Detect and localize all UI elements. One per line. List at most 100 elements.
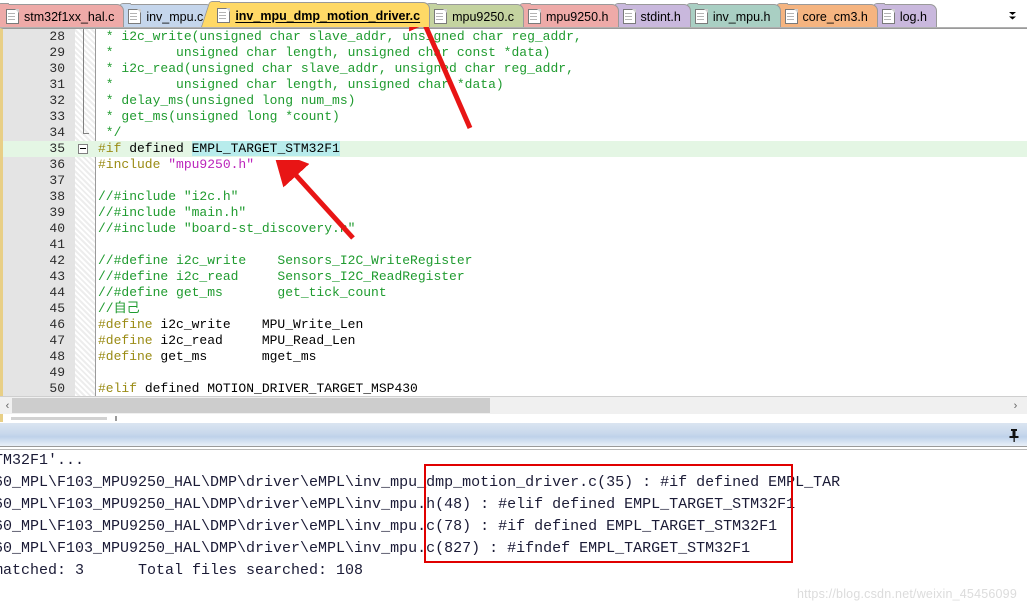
- code-token: //#include "i2c.h": [98, 189, 239, 204]
- strip-tick-mark: [115, 416, 117, 421]
- code-text: * unsigned char length, unsigned char *d…: [98, 77, 504, 93]
- code-line: 42 //#define i2c_write Sensors_I2C_WriteR…: [3, 253, 1027, 269]
- code-editor[interactable]: 28 * i2c_write(unsigned char slave_addr,…: [0, 28, 1027, 396]
- code-line: 34 */: [3, 125, 1027, 141]
- fold-guide-line: [83, 93, 84, 109]
- file-icon: [527, 9, 541, 24]
- strip-tick: [11, 417, 107, 420]
- code-token: #define: [98, 317, 153, 332]
- editor-bottom-strip: [0, 414, 1027, 422]
- output-line: TM32F1'...: [0, 452, 85, 469]
- code-token: * delay_ms(unsigned long num_ms): [98, 93, 356, 108]
- code-line: 35 #if defined EMPL_TARGET_STM32F1: [3, 141, 1027, 157]
- code-line: 33 * get_ms(unsigned long *count): [3, 109, 1027, 125]
- editor-tab-mpu9250-c[interactable]: mpu9250.c: [428, 4, 524, 27]
- auto-hide-pin-icon[interactable]: [1007, 428, 1021, 443]
- scroll-right-arrow-icon[interactable]: ›: [1009, 399, 1022, 412]
- code-token: * get_ms(unsigned long *count): [98, 109, 340, 124]
- tab-label: mpu9250.c: [452, 9, 514, 24]
- code-text-area[interactable]: 28 * i2c_write(unsigned char slave_addr,…: [3, 29, 1027, 396]
- tab-strip: stm32f1xx_hal.c inv_mpu.c inv_mpu_dmp_moti…: [0, 2, 937, 27]
- line-number: 39: [49, 205, 65, 220]
- code-text: * i2c_read(unsigned char slave_addr, uns…: [98, 61, 574, 77]
- code-text: //#include "main.h": [98, 205, 246, 221]
- find-in-files-output-pane[interactable]: TM32F1'... 60_MPL\F103_MPU9250_HAL\DMP\dr…: [0, 450, 1027, 609]
- code-line: 38 //#include "i2c.h": [3, 189, 1027, 205]
- line-number: 41: [49, 237, 65, 252]
- watermark-text: https://blog.csdn.net/weixin_45456099: [796, 587, 1017, 601]
- code-token: //#define i2c_read Sensors_I2C_ReadRegis…: [98, 269, 465, 284]
- code-token: //#include "board-st_discovery.h": [98, 221, 356, 236]
- code-line: 47 #define i2c_read MPU_Read_Len: [3, 333, 1027, 349]
- editor-tab-core-cm3-h[interactable]: core_cm3.h: [778, 4, 878, 27]
- code-token: i2c_read MPU_Read_Len: [152, 333, 356, 348]
- line-number: 42: [49, 253, 65, 268]
- line-number: 30: [49, 61, 65, 76]
- code-text: * delay_ms(unsigned long num_ms): [98, 93, 356, 109]
- code-token: * i2c_write(unsigned char slave_addr, un…: [98, 29, 582, 44]
- code-token: "mpu9250.h": [168, 157, 255, 172]
- editor-tab-log-h[interactable]: log.h: [875, 4, 937, 27]
- output-pane-header[interactable]: [0, 422, 1027, 447]
- output-line: 60_MPL\F103_MPU9250_HAL\DMP\driver\eMPL\…: [0, 474, 841, 491]
- editor-tab-inv-mpu-dmp-motion-driver-c[interactable]: inv_mpu_dmp_motion_driver.c: [211, 2, 431, 27]
- line-number: 47: [49, 333, 65, 348]
- code-text: #define get_ms mget_ms: [98, 349, 316, 365]
- editor-tab-inv-mpu-c[interactable]: inv_mpu.c: [122, 4, 214, 27]
- code-line: 41: [3, 237, 1027, 253]
- code-token: * unsigned char length, unsigned char *d…: [98, 77, 504, 92]
- line-number: 37: [49, 173, 65, 188]
- line-number: 43: [49, 269, 65, 284]
- file-icon: [217, 8, 231, 23]
- scrollbar-thumb[interactable]: [12, 398, 490, 413]
- code-token: #define: [98, 333, 153, 348]
- pushpin-glyph: [1009, 429, 1019, 442]
- code-line: 39 //#include "main.h": [3, 205, 1027, 221]
- file-icon: [881, 9, 895, 24]
- tab-label: stm32f1xx_hal.c: [24, 9, 115, 24]
- code-text: //#include "i2c.h": [98, 189, 238, 205]
- fold-guide-line: [83, 125, 84, 133]
- tab-label: stdint.h: [640, 9, 681, 24]
- file-icon: [128, 9, 142, 24]
- code-text: //#define get_ms get_tick_count: [98, 285, 387, 301]
- code-token: */: [98, 125, 122, 140]
- editor-tab-stm32f1xx-hal-c[interactable]: stm32f1xx_hal.c: [0, 4, 125, 27]
- line-number: 34: [49, 125, 65, 140]
- code-text: //#define i2c_write Sensors_I2C_WriteReg…: [98, 253, 472, 269]
- code-text: #define i2c_write MPU_Write_Len: [98, 317, 363, 333]
- code-line: 50 #elif defined MOTION_DRIVER_TARGET_MSP…: [3, 381, 1027, 396]
- code-token: //#define get_ms get_tick_count: [98, 285, 387, 300]
- line-number: 31: [49, 77, 65, 92]
- editor-tab-stdint-h[interactable]: stdint.h: [616, 4, 691, 27]
- editor-horizontal-scrollbar[interactable]: ‹ ›: [0, 396, 1027, 414]
- editor-tab-mpu9250-h[interactable]: mpu9250.h: [521, 4, 619, 27]
- code-line: 36 #include "mpu9250.h": [3, 157, 1027, 173]
- tab-label: inv_mpu_dmp_motion_driver.c: [235, 8, 421, 23]
- code-line: 43 //#define i2c_read Sensors_I2C_ReadReg…: [3, 269, 1027, 285]
- tab-list-dropdown-button[interactable]: [1001, 4, 1023, 24]
- editor-tab-bar: stm32f1xx_hal.c inv_mpu.c inv_mpu_dmp_moti…: [0, 0, 1027, 28]
- code-line: 44 //#define get_ms get_tick_count: [3, 285, 1027, 301]
- code-text: * i2c_write(unsigned char slave_addr, un…: [98, 29, 582, 45]
- editor-tab-inv-mpu-h[interactable]: inv_mpu.h: [688, 4, 781, 27]
- file-icon: [784, 9, 798, 24]
- file-icon: [434, 9, 448, 24]
- chevron-down-icon: [1008, 11, 1016, 19]
- fold-guide-line: [83, 77, 84, 93]
- line-number: 38: [49, 189, 65, 204]
- code-text: */: [98, 125, 122, 141]
- line-number: 44: [49, 285, 65, 300]
- ide-window: stm32f1xx_hal.c inv_mpu.c inv_mpu_dmp_moti…: [0, 0, 1027, 609]
- line-number: 46: [49, 317, 65, 332]
- code-line: 46 #define i2c_write MPU_Write_Len: [3, 317, 1027, 333]
- fold-collapse-icon[interactable]: [78, 144, 88, 154]
- code-token: #elif: [98, 381, 138, 396]
- tab-label: core_cm3.h: [802, 9, 868, 24]
- code-text: #elif defined MOTION_DRIVER_TARGET_MSP43…: [98, 381, 418, 396]
- code-text: #if defined EMPL_TARGET_STM32F1: [98, 141, 340, 157]
- code-text: //自己: [98, 301, 140, 317]
- fold-guide-end: [83, 133, 89, 134]
- code-text: #define i2c_read MPU_Read_Len: [98, 333, 355, 349]
- code-token: i2c_write MPU_Write_Len: [152, 317, 364, 332]
